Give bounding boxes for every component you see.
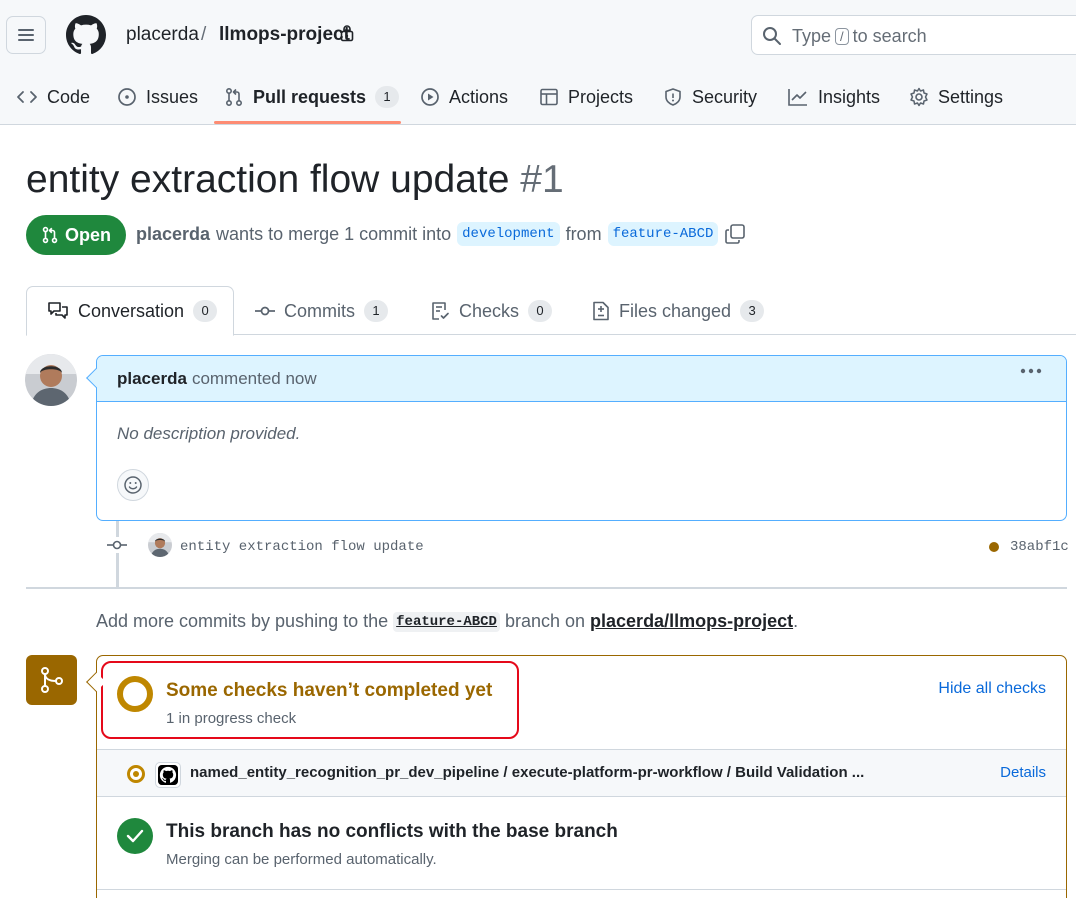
play-icon: [421, 88, 439, 106]
git-merge-icon: [40, 667, 63, 693]
pr-number: #1: [520, 158, 564, 201]
merge-box: Some checks haven’t completed yet 1 in p…: [96, 655, 1067, 898]
add-reaction-button[interactable]: [117, 469, 149, 501]
kebab-horizontal-icon[interactable]: [1020, 368, 1042, 374]
tab-conversation[interactable]: Conversation 0: [26, 286, 234, 336]
smiley-icon: [124, 476, 142, 494]
check-app-avatar: [155, 762, 181, 788]
success-status-icon: [117, 818, 153, 854]
copy-icon[interactable]: [724, 223, 746, 245]
git-pull-request-icon: [225, 87, 243, 107]
comment-author-link[interactable]: placerda: [117, 369, 187, 389]
comment-header: placerda commented now: [97, 356, 1066, 402]
pr-state-badge: Open: [26, 215, 126, 255]
base-branch-tag[interactable]: development: [457, 222, 560, 246]
git-commit-icon: [106, 537, 128, 553]
nav-active-underline: [214, 121, 401, 124]
nav-code[interactable]: Code: [16, 84, 90, 110]
nav-projects[interactable]: Projects: [539, 84, 633, 110]
shield-icon: [665, 88, 681, 106]
commit-status-dot[interactable]: [989, 542, 999, 552]
tab-checks[interactable]: Checks 0: [430, 286, 553, 336]
no-conflicts-subtitle: Merging can be performed automatically.: [166, 851, 437, 868]
in-progress-dot-icon: [127, 765, 145, 783]
commit-author-avatar[interactable]: [148, 533, 172, 557]
nav-security[interactable]: Security: [663, 84, 757, 110]
app-header: placerda / llmops-project Type / to sear…: [0, 0, 1076, 125]
checklist-icon: [432, 302, 449, 320]
gear-icon: [910, 87, 928, 107]
menu-button[interactable]: [6, 16, 46, 54]
timeline-divider: [26, 587, 1067, 589]
pr-title: entity extraction flow update #1: [26, 158, 564, 202]
tab-commits[interactable]: Commits 1: [255, 286, 388, 336]
repo-owner-link[interactable]: placerda: [126, 24, 199, 46]
table-icon: [540, 88, 558, 106]
github-app-icon: [158, 765, 178, 785]
merge-status-icon-box: [26, 655, 77, 705]
commits-count: 1: [364, 300, 388, 322]
no-conflicts-section: This branch has no conflicts with the ba…: [97, 797, 1066, 890]
pr-meta: placerda wants to merge 1 commit into de…: [136, 222, 746, 246]
nav-insights[interactable]: Insights: [787, 84, 880, 110]
push-branch-name[interactable]: feature-ABCD: [393, 611, 500, 632]
hide-all-checks-link[interactable]: Hide all checks: [938, 680, 1046, 698]
checks-summary: Some checks haven’t completed yet 1 in p…: [97, 656, 1066, 749]
file-diff-icon: [593, 301, 609, 321]
pr-merge-text: wants to merge 1 commit into: [216, 223, 452, 244]
no-conflicts-title: This branch has no conflicts with the ba…: [166, 821, 618, 842]
head-branch-tag[interactable]: feature-ABCD: [607, 222, 719, 246]
pr-from-text: from: [565, 223, 602, 244]
check-icon: [126, 829, 144, 843]
nav-settings[interactable]: Settings: [909, 84, 1003, 110]
push-repo-link[interactable]: placerda/llmops-project: [590, 611, 793, 632]
github-logo-icon[interactable]: [66, 15, 106, 55]
nav-issues[interactable]: Issues: [117, 84, 198, 110]
repo-nav: Code Issues Pull requests 1 Actions Proj…: [0, 72, 1076, 124]
pr-title-text: entity extraction flow update: [26, 158, 510, 201]
commit-sha-link[interactable]: 38abf1c: [1010, 539, 1069, 555]
search-input[interactable]: Type / to search: [751, 15, 1076, 55]
repo-name-link[interactable]: llmops-project: [219, 24, 350, 46]
search-placeholder: Type / to search: [792, 26, 927, 46]
highlight-annotation: [101, 661, 519, 739]
git-commit-icon: [255, 306, 275, 316]
user-avatar-icon: [148, 533, 172, 557]
git-pull-request-icon: [42, 226, 58, 244]
comment-discussion-icon: [48, 302, 68, 319]
conversation-count: 0: [193, 300, 218, 322]
check-run-row: named_entity_recognition_pr_dev_pipeline…: [97, 749, 1066, 797]
comment-action-text: commented now: [191, 368, 317, 388]
graph-icon: [788, 89, 807, 106]
lock-icon: [340, 25, 354, 42]
checks-count: 0: [528, 300, 553, 322]
check-run-name: named_entity_recognition_pr_dev_pipeline…: [190, 764, 865, 781]
code-icon: [17, 91, 37, 103]
comment-body: No description provided.: [117, 424, 301, 443]
files-changed-count: 3: [740, 300, 765, 322]
breadcrumb-separator: /: [201, 24, 207, 45]
pr-author-link[interactable]: placerda: [136, 224, 210, 245]
comment-box: placerda commented now No description pr…: [96, 355, 1067, 521]
avatar[interactable]: [25, 354, 77, 406]
nav-pull-requests[interactable]: Pull requests 1: [224, 84, 400, 110]
pull-requests-count: 1: [375, 86, 400, 108]
nav-actions[interactable]: Actions: [420, 84, 508, 110]
issue-opened-icon: [118, 88, 136, 106]
hamburger-icon: [18, 29, 34, 41]
check-details-link[interactable]: Details: [1000, 764, 1046, 781]
push-note: Add more commits by pushing to the featu…: [96, 611, 799, 632]
search-shortcut-key: /: [835, 28, 849, 45]
commit-message-link[interactable]: entity extraction flow update: [180, 539, 424, 555]
tab-files-changed[interactable]: Files changed 3: [592, 286, 765, 336]
user-avatar-icon: [25, 354, 77, 406]
search-icon: [763, 27, 781, 45]
commit-row: entity extraction flow update 38abf1c: [106, 533, 1069, 561]
